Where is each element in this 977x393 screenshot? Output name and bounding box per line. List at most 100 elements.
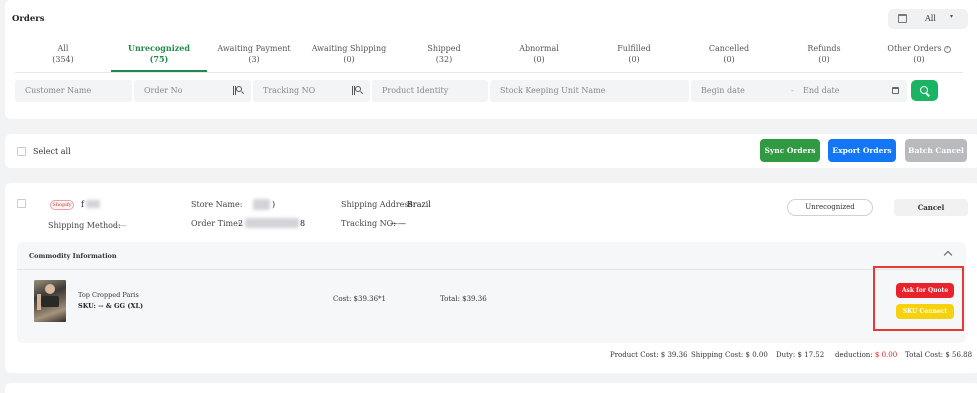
commodity-header[interactable]: Commodity Information [17,242,966,270]
tab-label: Fulfilled [617,44,651,53]
shipping-address-label: Shipping Address: [341,200,416,209]
store-icon [898,14,907,23]
customer-name-input[interactable]: Customer Name [15,80,132,102]
tab-awaiting-payment[interactable]: Awaiting Payment (3) [206,40,302,72]
sku-name-input[interactable]: Stock Keeping Unit Name [490,80,689,102]
store-name-value: ) [272,200,276,209]
tab-all[interactable]: All (354) [15,40,111,72]
tab-label: Unrecognized [128,43,190,53]
tab-cancelled[interactable]: Cancelled (0) [681,40,777,72]
platform-badge: Shopify [50,200,74,210]
tab-count: (0) [628,55,640,64]
page-title: Orders [12,14,45,24]
tabs-divider [15,72,963,73]
order-time-prefix: 2 [238,219,244,228]
shipping-cost-value: $ 0.00 [745,351,768,359]
tab-label: All [57,44,69,53]
product-cost-value: $ 39.36 [660,351,688,359]
help-icon[interactable]: ? [943,46,951,53]
order-no-placeholder: Order No [144,86,183,95]
customer-name-placeholder: Customer Name [25,86,92,95]
tab-label: Refunds [807,44,841,53]
store-name-redacted [253,199,270,210]
product-cost-label: Product Cost: [610,351,659,359]
tab-abnormal[interactable]: Abnormal (0) [491,40,587,72]
total-cost-summary: Total Cost: $ 56.88 [905,351,972,359]
tab-refunds[interactable]: Refunds (0) [776,40,872,72]
duty-value: $ 17.52 [797,351,825,359]
product-identity-placeholder: Product Identity [382,86,449,95]
tab-count: (0) [913,55,925,64]
begin-date-placeholder: Begin date [701,86,745,95]
tab-label: Awaiting Shipping [311,44,387,53]
tab-count: (3) [248,55,260,64]
order-time-suffix: 8 [300,219,306,228]
next-order-card [5,383,977,393]
select-all-checkbox[interactable] [17,147,26,156]
shipping-method-value: —— [111,221,127,230]
tracking-no-placeholder: Tracking NO [263,86,316,95]
store-name-label: Store Name: [191,200,243,209]
shipping-address-value: Brazil [407,200,431,209]
tab-count: (0) [343,55,355,64]
store-filter-select[interactable]: All ▾ [888,9,968,29]
ask-for-quote-button[interactable]: Ask for Quote [896,283,954,298]
end-date-placeholder: End date [803,86,840,95]
order-no-input[interactable]: Order No [134,80,251,102]
tab-shipped[interactable]: Shipped (32) [396,40,492,72]
store-filter-value: All [925,14,936,23]
product-identity-input[interactable]: Product Identity [372,80,488,102]
shipping-cost-label: Shipping Cost: [691,351,744,359]
tab-label: Awaiting Payment [217,44,291,53]
export-orders-button[interactable]: Export Orders [828,139,896,162]
date-separator: - [791,86,794,95]
tab-count: (75) [149,54,169,64]
commodity-section: Commodity Information Top Cropped Paris … [17,242,966,343]
cancel-order-button[interactable]: Cancel [894,199,968,216]
select-all-label: Select all [33,147,71,156]
order-time-label: Order Time: [191,219,241,228]
order-checkbox[interactable] [17,199,26,208]
tab-label: Abnormal [519,44,559,53]
total-cost-value: $ 56.88 [945,351,973,359]
scan-search-icon[interactable] [233,86,244,95]
chevron-up-icon[interactable] [943,250,953,260]
search-button[interactable] [911,80,938,101]
sku-connect-button[interactable]: SKU Connect [896,304,954,319]
tab-count: (0) [818,55,830,64]
batch-cancel-button[interactable]: Batch Cancel [905,139,967,162]
product-sku: SKU: -- & GG (XL) [78,302,144,310]
tab-label: Shipped [427,44,461,53]
tab-unrecognized[interactable]: Unrecognized (75) [111,40,207,72]
tab-count: (0) [533,55,545,64]
order-status-badge: Unrecognized [787,199,873,216]
tab-label: Other Orders [887,44,942,53]
tab-count: (0) [723,55,735,64]
product-name: Top Cropped Paris [78,291,139,299]
scan-search-icon[interactable] [352,86,363,95]
deduction-summary: deduction: $ 0.00 [835,351,897,359]
item-total: Total: $39.36 [440,295,487,303]
shipping-cost-summary: Shipping Cost: $ 0.00 [691,351,768,359]
order-time-redacted [245,218,299,228]
sync-orders-button[interactable]: Sync Orders [760,139,820,162]
chevron-down-icon: ▾ [950,13,954,20]
product-image [34,280,66,322]
order-status-tabs: All (354) Unrecognized (75) Awaiting Pay… [15,40,963,72]
tracking-no-input[interactable]: Tracking NO [253,80,370,102]
deduction-value: $ 0.00 [874,351,898,359]
commodity-title: Commodity Information [29,252,117,260]
date-range-picker[interactable]: Begin date - End date [691,80,907,102]
duty-label: Duty: [776,351,796,359]
tab-other-orders[interactable]: Other Orders? (0) [871,40,967,72]
sku-name-placeholder: Stock Keeping Unit Name [500,86,606,95]
product-cost-summary: Product Cost: $ 39.36 [610,351,688,359]
shop-name: f [81,200,84,209]
item-cost: Cost: $39.36*1 [333,295,387,303]
tab-fulfilled[interactable]: Fulfilled (0) [586,40,682,72]
shop-name-redacted [86,200,100,208]
tab-label: Cancelled [708,44,750,53]
tab-count: (354) [52,55,74,64]
tab-count: (32) [435,55,453,64]
tab-awaiting-shipping[interactable]: Awaiting Shipping (0) [301,40,397,72]
